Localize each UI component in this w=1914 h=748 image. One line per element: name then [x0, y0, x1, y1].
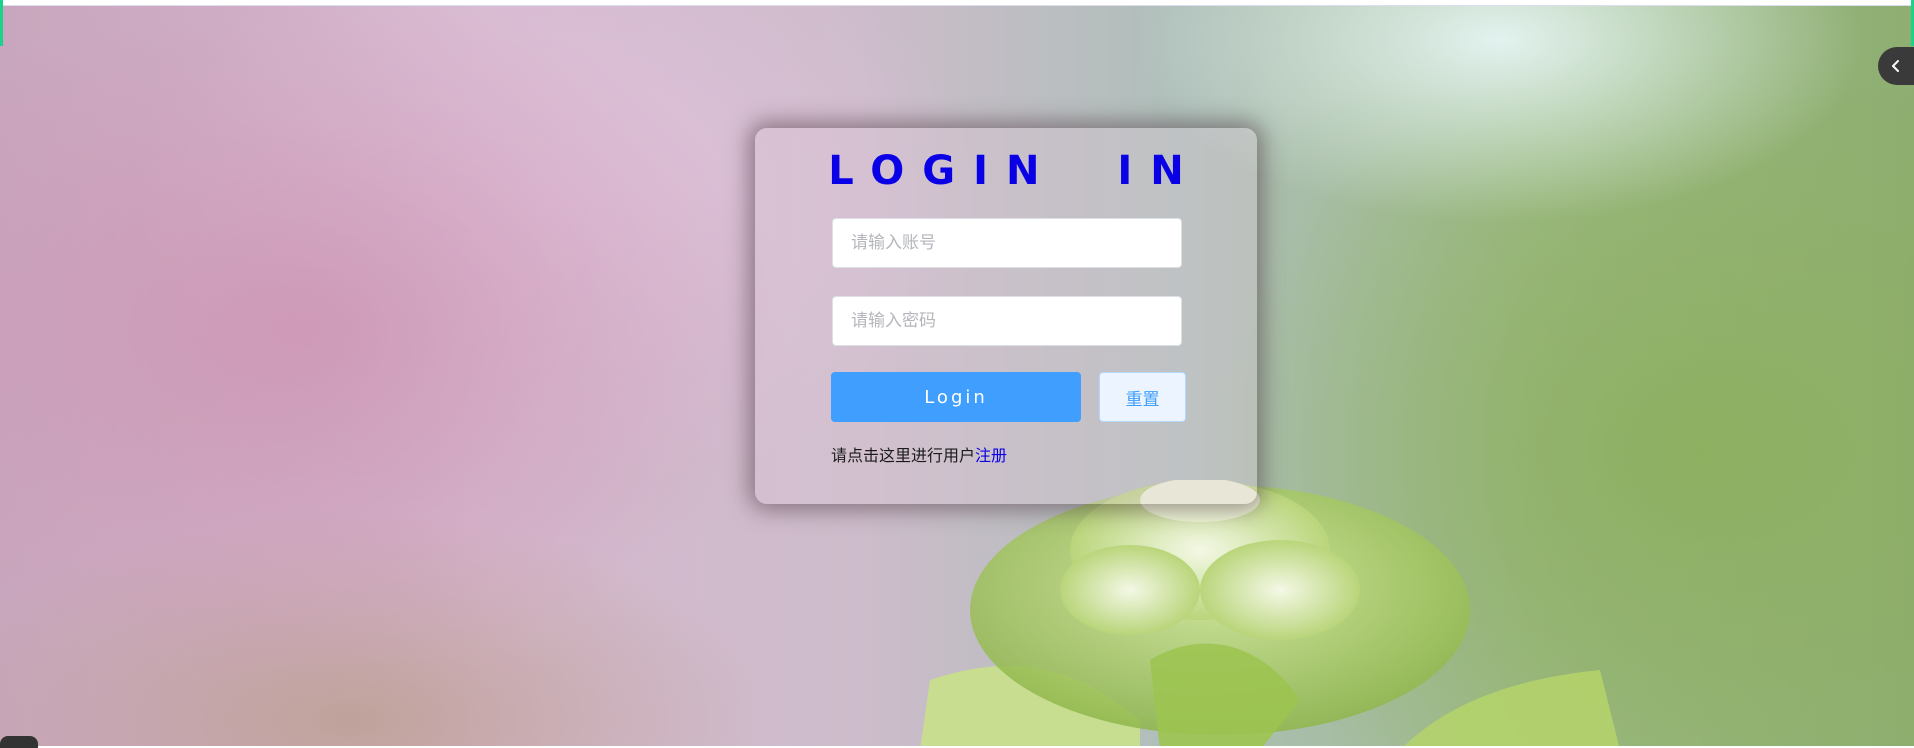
login-title: LOGIN IN: [828, 148, 1202, 194]
register-link[interactable]: 注册: [975, 446, 1007, 465]
sidebar-toggle-button[interactable]: [1878, 47, 1914, 85]
password-input[interactable]: [832, 296, 1182, 346]
reset-button[interactable]: 重置: [1099, 372, 1186, 422]
corner-badge: [0, 736, 38, 748]
flower-illustration: [920, 480, 1619, 746]
login-button[interactable]: Login: [831, 372, 1081, 422]
account-input[interactable]: [832, 218, 1182, 268]
chevron-left-icon: [1890, 59, 1902, 73]
register-prompt: 请点击这里进行用户注册: [831, 442, 1007, 466]
login-card: LOGIN IN Login 重置 请点击这里进行用户注册: [755, 128, 1257, 504]
left-accent-bar: [0, 0, 3, 46]
top-bar: [0, 0, 1914, 6]
register-prompt-text: 请点击这里进行用户: [831, 446, 976, 465]
